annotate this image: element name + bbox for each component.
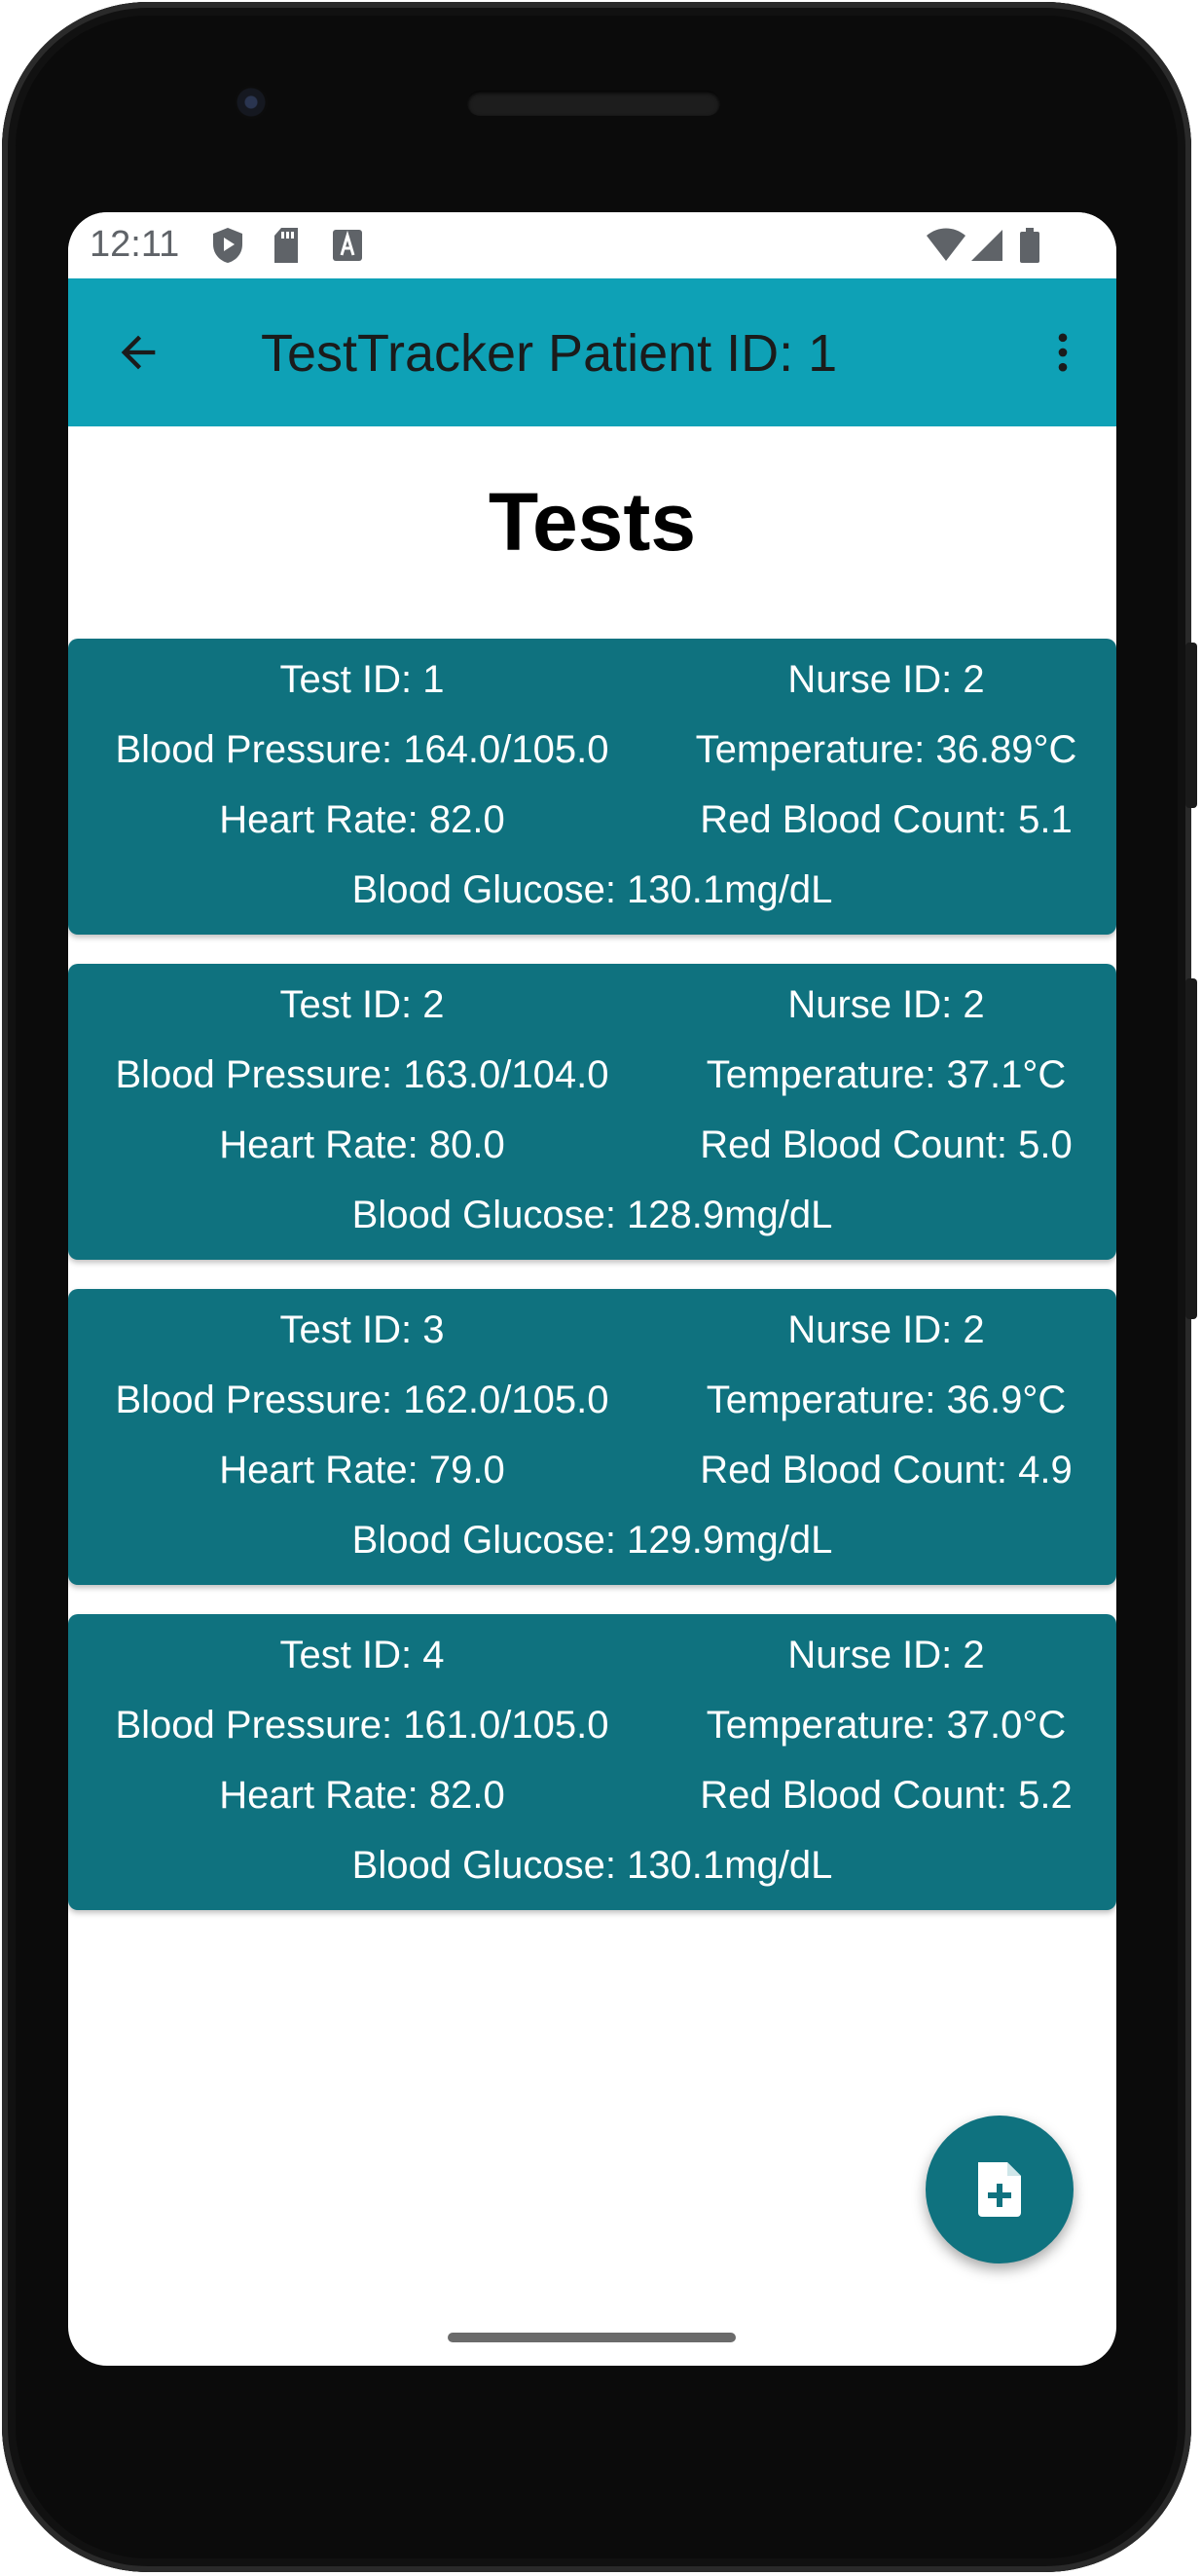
battery-icon xyxy=(1018,226,1041,270)
text-a-icon xyxy=(331,226,364,270)
test-id: Test ID: 1 xyxy=(279,658,445,701)
add-test-button[interactable] xyxy=(926,2116,1074,2263)
add-document-icon xyxy=(978,2162,1021,2217)
test-card[interactable]: Test ID: 4 Nurse ID: 2 Blood Pressure: 1… xyxy=(68,1614,1116,1910)
signal-icon xyxy=(967,226,1006,270)
red-blood-count: Red Blood Count: 5.0 xyxy=(700,1123,1073,1166)
sd-card-icon xyxy=(272,226,301,270)
heart-rate: Heart Rate: 80.0 xyxy=(219,1123,505,1166)
temperature: Temperature: 36.89°C xyxy=(695,728,1077,771)
blood-glucose: Blood Glucose: 129.9mg/dL xyxy=(351,1519,833,1562)
nurse-id: Nurse ID: 2 xyxy=(787,1308,985,1351)
blood-glucose: Blood Glucose: 128.9mg/dL xyxy=(351,1194,833,1236)
nurse-id: Nurse ID: 2 xyxy=(787,658,985,701)
blood-pressure: Blood Pressure: 164.0/105.0 xyxy=(115,728,609,771)
front-camera xyxy=(235,86,268,119)
temperature: Temperature: 37.0°C xyxy=(706,1704,1067,1747)
blood-glucose: Blood Glucose: 130.1mg/dL xyxy=(351,1844,833,1887)
status-bar: 12:11 xyxy=(68,212,1116,278)
blood-pressure: Blood Pressure: 161.0/105.0 xyxy=(115,1704,609,1747)
nurse-id: Nurse ID: 2 xyxy=(787,1634,985,1676)
wifi-icon xyxy=(925,226,967,270)
test-id: Test ID: 3 xyxy=(279,1308,445,1351)
red-blood-count: Red Blood Count: 5.1 xyxy=(700,798,1073,841)
red-blood-count: Red Blood Count: 5.2 xyxy=(700,1774,1073,1817)
test-card[interactable]: Test ID: 3 Nurse ID: 2 Blood Pressure: 1… xyxy=(68,1289,1116,1585)
blood-pressure: Blood Pressure: 163.0/104.0 xyxy=(115,1053,609,1096)
test-id: Test ID: 4 xyxy=(279,1634,445,1676)
arrow-back-icon xyxy=(121,335,156,370)
blood-glucose: Blood Glucose: 130.1mg/dL xyxy=(351,868,833,911)
page-title: Tests xyxy=(488,476,697,568)
test-id: Test ID: 2 xyxy=(279,983,445,1026)
earpiece-speaker xyxy=(467,91,720,116)
device-screen: 12:11 TestTracker Patient ID: 1 Tests Te… xyxy=(68,212,1116,2366)
back-button[interactable] xyxy=(107,321,169,384)
app-bar: TestTracker Patient ID: 1 xyxy=(68,278,1116,426)
volume-button xyxy=(1185,978,1197,1319)
heart-rate: Heart Rate: 82.0 xyxy=(219,798,505,841)
nurse-id: Nurse ID: 2 xyxy=(787,983,985,1026)
app-title: TestTracker Patient ID: 1 xyxy=(261,324,838,383)
heart-rate: Heart Rate: 79.0 xyxy=(219,1449,505,1491)
red-blood-count: Red Blood Count: 4.9 xyxy=(700,1449,1073,1491)
test-card[interactable]: Test ID: 2 Nurse ID: 2 Blood Pressure: 1… xyxy=(68,964,1116,1260)
more-vert-icon xyxy=(1058,333,1068,372)
status-time: 12:11 xyxy=(90,224,180,265)
overflow-menu-button[interactable] xyxy=(1032,321,1094,384)
power-button xyxy=(1185,643,1197,808)
heart-rate: Heart Rate: 82.0 xyxy=(219,1774,505,1817)
blood-pressure: Blood Pressure: 162.0/105.0 xyxy=(115,1379,609,1421)
shield-play-icon xyxy=(210,226,245,270)
temperature: Temperature: 37.1°C xyxy=(706,1053,1067,1096)
test-card[interactable]: Test ID: 1 Nurse ID: 2 Blood Pressure: 1… xyxy=(68,639,1116,935)
home-indicator[interactable] xyxy=(448,2333,736,2342)
temperature: Temperature: 36.9°C xyxy=(706,1379,1067,1421)
